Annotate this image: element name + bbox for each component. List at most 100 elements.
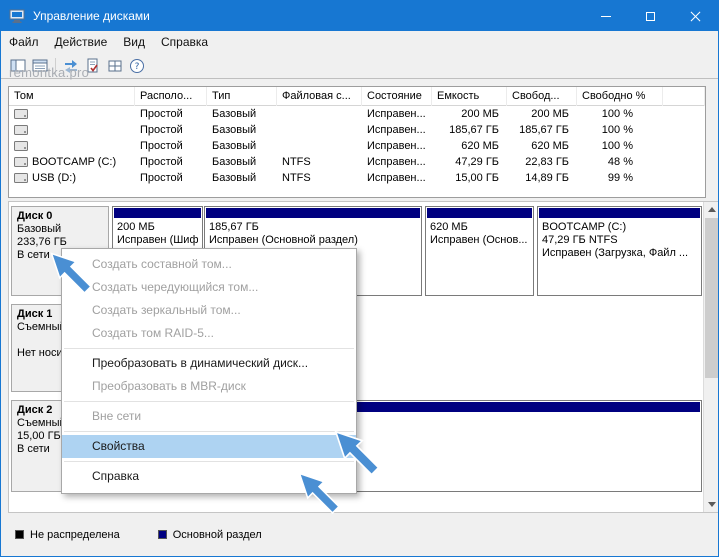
arrow-down-icon	[708, 502, 716, 507]
cell-type: Базовый	[207, 138, 277, 154]
cell-layout: Простой	[135, 106, 207, 122]
menu-item-help[interactable]: Справка	[62, 465, 356, 488]
menu-separator	[64, 461, 354, 462]
partition-size: 47,29 ГБ NTFS	[542, 234, 697, 247]
titlebar[interactable]: Управление дисками	[1, 1, 718, 31]
column-header-free-pct[interactable]: Свободно %	[577, 87, 663, 106]
menu-view[interactable]: Вид	[115, 32, 153, 52]
cell-type: Базовый	[207, 170, 277, 186]
volume-row-bootcamp[interactable]: BOOTCAMP (C:) Простой Базовый NTFS Испра…	[9, 154, 705, 170]
cell-free-pct: 100 %	[577, 122, 663, 138]
partition-status: Исправен (Основ...	[430, 234, 529, 247]
maximize-icon	[646, 12, 655, 21]
legend-label: Не распределена	[30, 529, 120, 541]
partition-size: 620 МБ	[430, 221, 529, 234]
menu-file[interactable]: Файл	[1, 32, 47, 52]
cell-filesystem: NTFS	[277, 170, 362, 186]
close-icon	[690, 11, 701, 22]
partition-status: Исправен (Шифр...	[117, 234, 198, 247]
volume-name: USB (D:)	[32, 170, 76, 186]
menu-separator	[64, 431, 354, 432]
partition-color-band	[539, 208, 700, 218]
context-menu: Создать составной том... Создать чередую…	[61, 248, 357, 494]
help-icon[interactable]: ?	[126, 56, 148, 76]
arrow-up-icon	[708, 207, 716, 212]
cell-layout: Простой	[135, 154, 207, 170]
cell-type: Базовый	[207, 106, 277, 122]
menu-item-create-spanned-volume: Создать составной том...	[62, 253, 356, 276]
scrollbar-thumb[interactable]	[705, 218, 718, 378]
volume-icon	[14, 108, 28, 120]
disk-type: Базовый	[17, 223, 103, 236]
primary-partition-swatch-icon	[158, 530, 167, 539]
volume-list-header: Том Располо... Тип Файловая с... Состоян…	[9, 87, 705, 106]
cell-status: Исправен...	[362, 138, 432, 154]
scroll-up-button[interactable]	[704, 202, 719, 217]
partition-620mb[interactable]: 620 МБ Исправен (Основ...	[425, 206, 534, 296]
volume-row[interactable]: Простой Базовый Исправен... 185,67 ГБ 18…	[9, 122, 705, 138]
unallocated-swatch-icon	[15, 530, 24, 539]
cell-free: 620 МБ	[507, 138, 577, 154]
volume-row[interactable]: Простой Базовый Исправен... 200 МБ 200 М…	[9, 106, 705, 122]
close-button[interactable]	[673, 1, 718, 31]
partition-extra	[430, 247, 529, 260]
toolbar: ?	[1, 53, 718, 79]
column-header-filesystem[interactable]: Файловая с...	[277, 87, 362, 106]
column-header-status[interactable]: Состояние	[362, 87, 432, 106]
volume-icon	[14, 124, 28, 136]
cell-free: 14,89 ГБ	[507, 170, 577, 186]
cell-capacity: 47,29 ГБ	[432, 154, 507, 170]
legend-bar: Не распределена Основной раздел	[1, 513, 718, 556]
partition-color-band	[206, 208, 420, 218]
grid-box-icon[interactable]	[104, 56, 126, 76]
volume-row-usb[interactable]: USB (D:) Простой Базовый NTFS Исправен..…	[9, 170, 705, 186]
cell-layout: Простой	[135, 170, 207, 186]
window-title: Управление дисками	[33, 9, 583, 23]
legend-label: Основной раздел	[173, 529, 262, 541]
scroll-down-button[interactable]	[704, 497, 719, 512]
legend-unallocated: Не распределена	[15, 529, 120, 541]
vertical-scrollbar[interactable]	[703, 202, 719, 512]
menu-item-create-raid5-volume: Создать том RAID-5...	[62, 322, 356, 345]
column-header-volume[interactable]: Том	[9, 87, 135, 106]
cell-capacity: 200 МБ	[432, 106, 507, 122]
maximize-button[interactable]	[628, 1, 673, 31]
menu-item-properties[interactable]: Свойства	[62, 435, 356, 458]
app-icon	[9, 8, 25, 24]
disk-management-window: Управление дисками Файл Действие Вид Спр…	[0, 0, 719, 557]
cell-free: 185,67 ГБ	[507, 122, 577, 138]
column-header-layout[interactable]: Располо...	[135, 87, 207, 106]
partition-name: BOOTCAMP (C:)	[542, 221, 697, 234]
cell-type: Базовый	[207, 122, 277, 138]
volume-icon	[14, 140, 28, 152]
volume-icon	[14, 156, 28, 168]
menu-item-convert-to-dynamic[interactable]: Преобразовать в динамический диск...	[62, 352, 356, 375]
partition-bootcamp-c[interactable]: BOOTCAMP (C:) 47,29 ГБ NTFS Исправен (За…	[537, 206, 702, 296]
menu-separator	[64, 401, 354, 402]
cell-type: Базовый	[207, 154, 277, 170]
disk-name: Диск 0	[17, 210, 103, 223]
cell-status: Исправен...	[362, 170, 432, 186]
menu-item-create-mirrored-volume: Создать зеркальный том...	[62, 299, 356, 322]
column-header-type[interactable]: Тип	[207, 87, 277, 106]
partition-status: Исправен (Загрузка, Файл ...	[542, 247, 697, 260]
partition-color-band	[114, 208, 201, 218]
watermark: remontka.pro	[9, 65, 89, 80]
cell-free-pct: 48 %	[577, 154, 663, 170]
menu-action[interactable]: Действие	[47, 32, 116, 52]
partition-color-band	[427, 208, 532, 218]
menubar: Файл Действие Вид Справка	[1, 31, 718, 53]
column-header-capacity[interactable]: Емкость	[432, 87, 507, 106]
volume-row[interactable]: Простой Базовый Исправен... 620 МБ 620 М…	[9, 138, 705, 154]
minimize-button[interactable]	[583, 1, 628, 31]
menu-help[interactable]: Справка	[153, 32, 216, 52]
cell-free: 200 МБ	[507, 106, 577, 122]
svg-text:?: ?	[135, 62, 140, 72]
column-header-free[interactable]: Свобод...	[507, 87, 577, 106]
cell-free-pct: 99 %	[577, 170, 663, 186]
legend-primary-partition: Основной раздел	[158, 529, 262, 541]
cell-status: Исправен...	[362, 154, 432, 170]
cell-layout: Простой	[135, 138, 207, 154]
partition-size: 185,67 ГБ	[209, 221, 417, 234]
cell-status: Исправен...	[362, 106, 432, 122]
